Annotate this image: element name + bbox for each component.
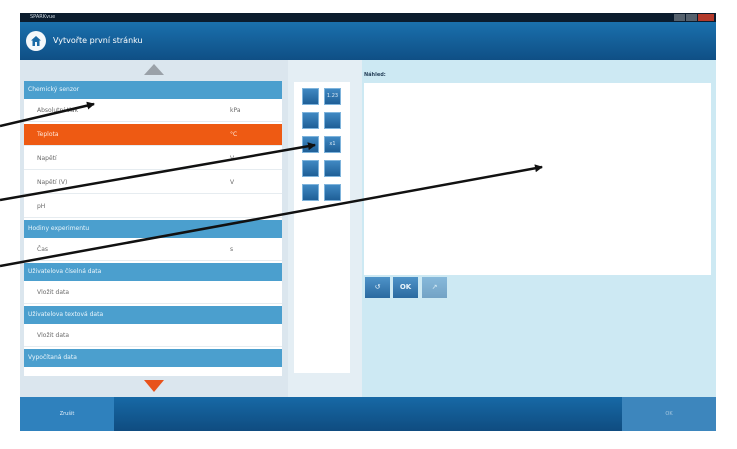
section-title: Uživatelova textová data — [28, 311, 104, 318]
list-item[interactable]: Absolutní tlak kPa — [24, 100, 282, 122]
clear-icon: ↗ — [431, 283, 438, 291]
text-box-button[interactable] — [302, 160, 319, 177]
maximize-icon[interactable] — [686, 14, 697, 21]
preview-label: Náhled: — [364, 72, 386, 78]
list-item-unit: V — [230, 155, 235, 162]
minimize-icon[interactable] — [674, 14, 685, 21]
list-item-label: Čas — [37, 246, 48, 253]
window-title: SPARKvue — [30, 14, 56, 20]
digits-button[interactable]: 1.23 — [324, 88, 341, 105]
list-item[interactable]: Vložit data — [24, 325, 282, 347]
preview-area[interactable] — [364, 83, 711, 275]
image-button[interactable] — [302, 184, 319, 201]
section-title: Vypočítaná data — [28, 354, 77, 361]
meter-button[interactable] — [324, 112, 341, 129]
ok-arrow-icon: OK — [399, 283, 412, 291]
window-titlebar: SPARKvue — [20, 13, 716, 22]
list-item[interactable]: Napětí V — [24, 148, 282, 170]
fft-button[interactable]: x1 — [324, 136, 341, 153]
movie-button[interactable] — [324, 184, 341, 201]
footer-bar: Zrušit OK — [20, 397, 716, 431]
close-icon[interactable] — [698, 14, 714, 21]
list-item-unit: kPa — [230, 107, 241, 114]
list-item-unit: s — [230, 246, 234, 253]
section-header[interactable]: Chemický senzor — [24, 81, 282, 99]
clear-button[interactable]: ↗ — [422, 277, 447, 298]
section-title: Uživatelova číselná data — [28, 268, 102, 275]
list-item[interactable]: Napětí (V) V — [24, 172, 282, 194]
section-header[interactable]: Uživatelova číselná data — [24, 263, 282, 281]
home-icon — [31, 36, 41, 46]
scroll-down-arrow-icon[interactable] — [144, 380, 164, 392]
preview-panel: Náhled: ↺ OK ↗ — [362, 60, 716, 397]
app-window: SPARKvue Vytvořte první stránku Chemický… — [20, 13, 716, 431]
list-item-unit: °C — [230, 131, 238, 138]
fft-icon: x1 — [329, 141, 336, 147]
window-controls — [674, 14, 714, 21]
list-item-label: Absolutní tlak — [37, 107, 79, 114]
ok-button[interactable]: OK — [622, 397, 716, 431]
list-item-label: Vložit data — [37, 332, 70, 339]
list-item[interactable]: Čas s — [24, 239, 282, 261]
list-item[interactable]: pH — [24, 196, 282, 218]
page-title: Vytvořte první stránku — [53, 36, 143, 45]
list-item-unit: V — [230, 179, 235, 186]
table-button[interactable] — [302, 112, 319, 129]
list-item-label: Teplota — [37, 131, 59, 138]
list-item-label: Napětí (V) — [37, 179, 68, 186]
list-item-label: Napětí — [37, 155, 57, 162]
home-button[interactable] — [26, 31, 46, 51]
section-header[interactable]: Hodiny experimentu — [24, 220, 282, 238]
undo-button[interactable]: ↺ — [365, 277, 390, 298]
ok-arrow-button[interactable]: OK — [393, 277, 418, 298]
page-header: Vytvořte první stránku — [20, 22, 716, 60]
digits-icon: 1.23 — [326, 93, 339, 99]
list-item[interactable]: Vložit data — [24, 282, 282, 304]
display-type-palette: 1.23 x1 — [294, 82, 350, 373]
list-item-label: pH — [37, 203, 46, 210]
note-button[interactable] — [324, 160, 341, 177]
undo-icon: ↺ — [374, 283, 381, 291]
scroll-up-arrow-icon[interactable] — [144, 64, 164, 75]
graph-button[interactable] — [302, 88, 319, 105]
list-item-label: Vložit data — [37, 289, 70, 296]
section-title: Chemický senzor — [28, 86, 80, 93]
section-header[interactable]: Vypočítaná data — [24, 349, 282, 367]
section-header[interactable]: Uživatelova textová data — [24, 306, 282, 324]
sensor-panel: Chemický senzor Absolutní tlak kPa Teplota °… — [20, 60, 288, 397]
sensor-list: Chemický senzor Absolutní tlak kPa Teplota °… — [24, 81, 282, 376]
list-item[interactable]: Teplota °C — [24, 124, 282, 146]
bar-graph-button[interactable] — [302, 136, 319, 153]
cancel-button[interactable]: Zrušit — [20, 397, 114, 431]
section-title: Hodiny experimentu — [28, 225, 90, 232]
